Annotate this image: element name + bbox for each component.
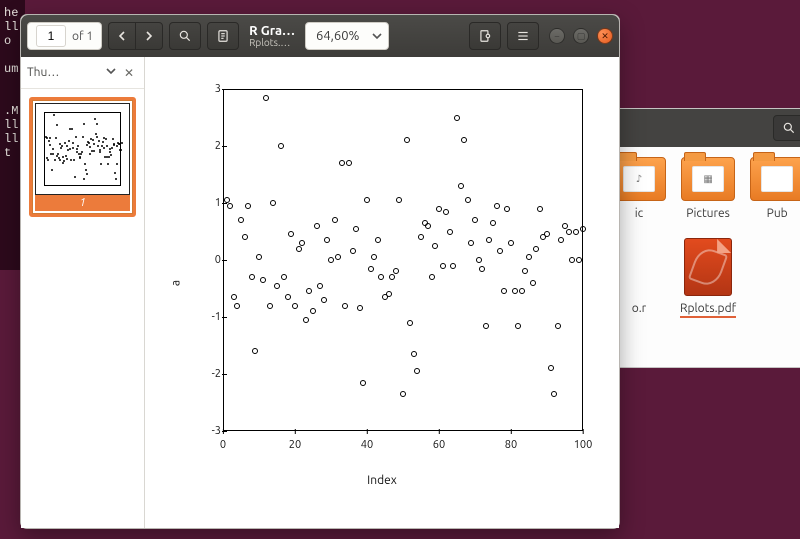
next-page-button[interactable] — [135, 22, 163, 50]
page-area[interactable]: a Index -3-2-10123020406080100 — [145, 57, 619, 528]
thumbnail-canvas — [35, 103, 130, 195]
page-of-label: of 1 — [72, 30, 93, 43]
window-controls: – ▢ ✕ — [545, 28, 613, 44]
y-axis-label: a — [170, 280, 183, 286]
file-label-selected: Rplots.pdf — [680, 302, 736, 318]
maximize-button[interactable]: ▢ — [573, 28, 589, 44]
file-label: o.r — [632, 302, 646, 315]
scatter-plot: a Index -3-2-10123020406080100 — [167, 73, 597, 493]
sidebar-mode-label: Thu… — [27, 66, 102, 79]
thumbnail-label: 1 — [35, 195, 130, 211]
page-number-input[interactable] — [36, 25, 66, 47]
folder-label: ic — [635, 207, 644, 220]
folder-label: Pictures — [686, 207, 730, 220]
music-folder[interactable]: ♪ — [612, 157, 666, 201]
chevron-down-icon — [372, 31, 382, 41]
zoom-value: 64,60% — [316, 29, 359, 43]
annotations-button[interactable] — [207, 22, 239, 50]
sidebar-mode-dropdown[interactable] — [102, 66, 120, 79]
thumbnails-sidebar: Thu… ✕ 1 — [21, 57, 145, 528]
pdf-file-icon[interactable] — [684, 238, 732, 296]
window-title: R Gra… Rplots.… — [245, 25, 299, 48]
prev-page-button[interactable] — [108, 22, 135, 50]
page-indicator: of 1 — [27, 22, 102, 50]
minimize-button[interactable]: – — [549, 28, 565, 44]
r-file-icon[interactable] — [615, 238, 663, 296]
sidebar-close-button[interactable]: ✕ — [120, 66, 138, 80]
file-manager-window: ♪ ic o.r ▦ Pictures Rplots.pdf Pub — [605, 108, 800, 368]
folder-label: Pub — [767, 207, 788, 220]
title-text: R Gra… — [249, 25, 295, 38]
menu-button[interactable] — [507, 22, 539, 50]
zoom-selector[interactable]: 64,60% — [305, 22, 389, 50]
public-folder[interactable] — [750, 157, 800, 201]
properties-button[interactable] — [469, 22, 501, 50]
page-nav — [108, 22, 163, 50]
find-button[interactable] — [169, 22, 201, 50]
file-manager-toolbar — [606, 109, 800, 147]
subtitle-text: Rplots.… — [249, 38, 295, 48]
pictures-folder[interactable]: ▦ — [681, 157, 735, 201]
close-button[interactable]: ✕ — [597, 28, 613, 44]
file-grid: ♪ ic o.r ▦ Pictures Rplots.pdf Pub — [606, 147, 800, 328]
pdf-viewer-window: of 1 R Gra… Rplots.… 64,60% – ▢ — [20, 14, 620, 529]
headerbar: of 1 R Gra… Rplots.… 64,60% – ▢ — [21, 15, 619, 57]
search-button[interactable] — [773, 115, 800, 141]
x-axis-label: Index — [167, 474, 597, 487]
sidebar-header: Thu… ✕ — [21, 57, 144, 89]
page-thumbnail-1[interactable]: 1 — [29, 97, 136, 217]
